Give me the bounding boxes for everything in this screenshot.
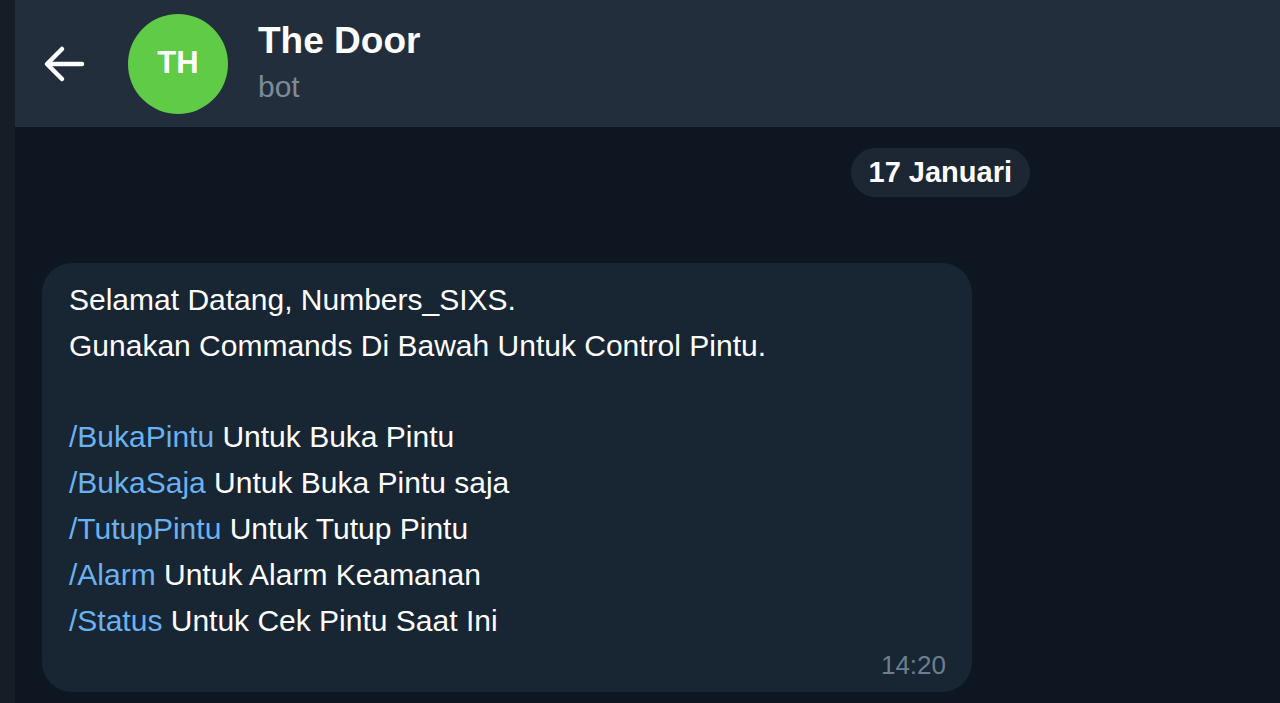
chat-title-block[interactable]: The Door bot	[258, 18, 420, 106]
command-link[interactable]: /TutupPintu	[69, 512, 221, 545]
window-edge	[0, 0, 15, 703]
command-link[interactable]: /Status	[69, 604, 162, 637]
bot-avatar[interactable]: TH	[128, 14, 228, 114]
command-link[interactable]: /BukaSaja	[69, 466, 206, 499]
message-line: Selamat Datang, Numbers_SIXS.	[69, 277, 952, 323]
back-button[interactable]	[19, 34, 109, 94]
chat-subtitle: bot	[258, 68, 420, 106]
command-link[interactable]: /Alarm	[69, 558, 156, 591]
command-link[interactable]: /BukaPintu	[69, 420, 214, 453]
chat-header: TH The Door bot	[15, 0, 1280, 127]
date-row: 17 Januari	[15, 127, 1280, 197]
chat-area: 17 Januari Selamat Datang, Numbers_SIXS.G…	[15, 127, 1280, 703]
command-row: /BukaPintu Untuk Buka Pintu	[69, 414, 952, 460]
command-description: Untuk Tutup Pintu	[221, 512, 468, 545]
command-row: /Status Untuk Cek Pintu Saat Ini	[69, 598, 952, 644]
chat-title: The Door	[258, 18, 420, 64]
command-list: /BukaPintu Untuk Buka Pintu/BukaSaja Unt…	[69, 414, 952, 644]
message-bubble[interactable]: Selamat Datang, Numbers_SIXS.Gunakan Com…	[42, 263, 972, 692]
back-arrow-icon	[42, 44, 86, 84]
command-description: Untuk Alarm Keamanan	[156, 558, 481, 591]
command-row: /TutupPintu Untuk Tutup Pintu	[69, 506, 952, 552]
avatar-initials: TH	[157, 40, 198, 87]
date-badge: 17 Januari	[851, 148, 1030, 197]
command-description: Untuk Buka Pintu saja	[206, 466, 510, 499]
command-row: /Alarm Untuk Alarm Keamanan	[69, 552, 952, 598]
message-time: 14:20	[881, 650, 946, 680]
message-line: Gunakan Commands Di Bawah Untuk Control …	[69, 323, 952, 369]
command-description: Untuk Cek Pintu Saat Ini	[162, 604, 497, 637]
time-row: 14:20	[69, 650, 952, 680]
command-description: Untuk Buka Pintu	[214, 420, 454, 453]
command-row: /BukaSaja Untuk Buka Pintu saja	[69, 460, 952, 506]
